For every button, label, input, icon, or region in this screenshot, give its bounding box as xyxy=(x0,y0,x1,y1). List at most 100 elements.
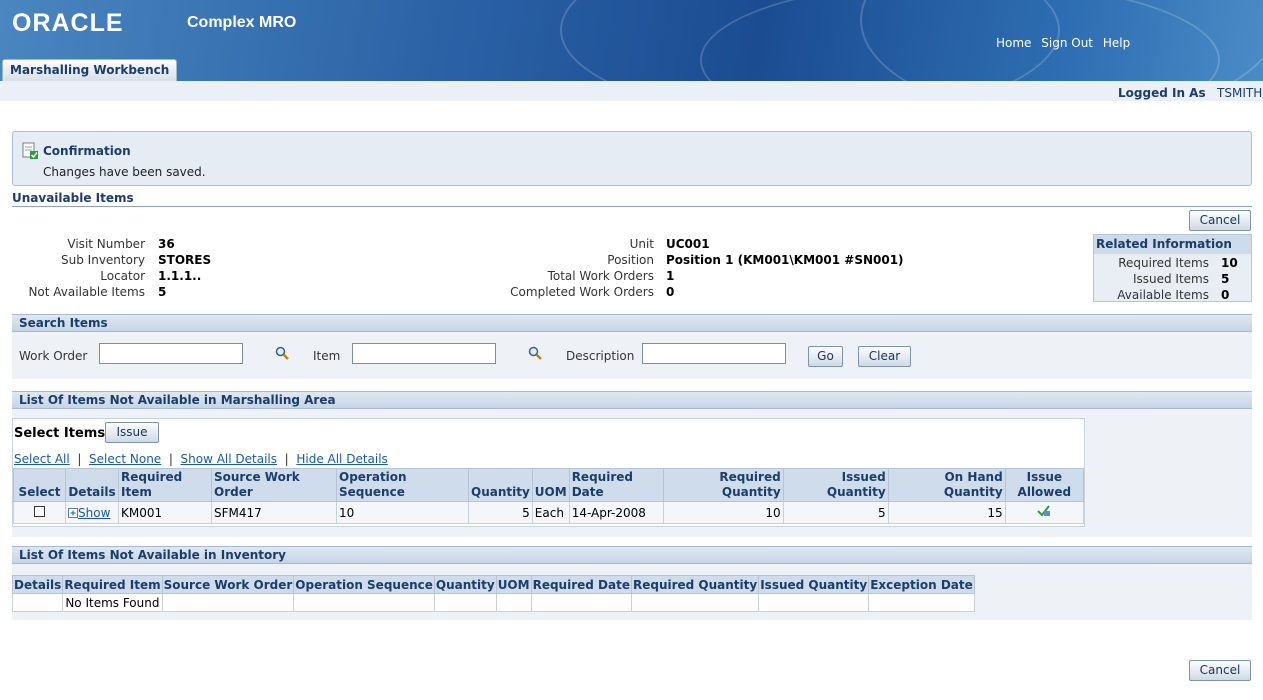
position-label: Position xyxy=(607,253,654,267)
confirmation-message: Changes have been saved. xyxy=(43,165,206,179)
title-divider xyxy=(12,206,1252,207)
empty-cell xyxy=(11,593,64,612)
work-order-label: Work Order xyxy=(19,349,88,363)
app-title: Complex MRO xyxy=(187,14,297,31)
show-all-details-link[interactable]: Show All Details xyxy=(181,452,278,466)
cancel-button-top[interactable]: Cancel xyxy=(1189,210,1251,231)
confirmation-icon xyxy=(22,142,38,159)
issued-items-value: 5 xyxy=(1221,272,1230,286)
select-cell xyxy=(13,501,66,524)
related-information-title: Related Information xyxy=(1094,235,1251,254)
marshalling-items-table: Select Details Required Item Source Work… xyxy=(13,468,1085,524)
tab-marshalling-workbench[interactable]: Marshalling Workbench xyxy=(2,59,178,81)
col-issued-quantity: Issued Quantity xyxy=(782,468,889,502)
not-available-items-value: 5 xyxy=(158,285,167,299)
empty-cell xyxy=(433,593,497,612)
no-items-found: No Items Found xyxy=(62,593,163,612)
completed-work-orders-value: 0 xyxy=(666,285,675,299)
inventory-items-table: Details Required Item Source Work Order … xyxy=(11,575,975,612)
select-none-link[interactable]: Select None xyxy=(89,452,161,466)
not-available-items-label: Not Available Items xyxy=(28,285,145,299)
work-order-search-icon[interactable] xyxy=(275,346,289,360)
username: TSMITH xyxy=(1217,86,1263,100)
col-required-date: Required Date xyxy=(530,575,632,594)
table-header-row: Select Details Required Item Source Work… xyxy=(13,468,1085,502)
col-source-work-order: Source Work Order xyxy=(161,575,295,594)
required-date-cell: 14-Apr-2008 xyxy=(568,501,664,524)
empty-cell xyxy=(495,593,532,612)
locator-label: Locator xyxy=(100,269,145,283)
total-work-orders-value: 1 xyxy=(666,269,675,283)
subheader-strip xyxy=(0,81,1263,101)
description-label: Description xyxy=(566,349,635,363)
show-details-link[interactable]: Show xyxy=(78,506,110,520)
empty-cell xyxy=(293,593,435,612)
uom-cell: Each xyxy=(531,501,570,524)
sub-inventory-label: Sub Inventory xyxy=(61,253,145,267)
operation-sequence-cell: 10 xyxy=(336,501,469,524)
locator-value: 1.1.1.. xyxy=(158,269,202,283)
select-all-link[interactable]: Select All xyxy=(14,452,70,466)
selection-links: Select All | Select None | Show All Deta… xyxy=(14,452,388,466)
unit-value: UC001 xyxy=(666,237,710,251)
issue-button[interactable]: Issue xyxy=(105,422,159,443)
required-items-value: 10 xyxy=(1221,256,1238,270)
item-label: Item xyxy=(313,349,341,363)
go-button[interactable]: Go xyxy=(808,346,843,367)
list-marshalling-header: List Of Items Not Available in Marshalli… xyxy=(12,391,1252,409)
item-search-icon[interactable] xyxy=(528,346,542,360)
hide-all-details-link[interactable]: Hide All Details xyxy=(296,452,387,466)
oracle-logo: ORACLE xyxy=(12,9,124,37)
col-required-quantity: Required Quantity xyxy=(630,575,760,594)
sub-inventory-value: STORES xyxy=(158,253,212,267)
col-details: Details xyxy=(65,468,119,502)
quantity-cell: 5 xyxy=(468,501,533,524)
table-row: Show KM001 SFM417 10 5 Each 14-Apr-2008 … xyxy=(13,501,1085,524)
issued-items-label: Issued Items xyxy=(1132,272,1209,286)
work-order-input[interactable] xyxy=(99,343,243,364)
position-value: Position 1 (KM001\KM001 #SN001) xyxy=(666,253,904,267)
visit-number-label: Visit Number xyxy=(67,237,145,251)
item-input[interactable] xyxy=(352,343,496,364)
col-required-item: Required Item xyxy=(62,575,163,594)
table-header-row: Details Required Item Source Work Order … xyxy=(11,575,975,594)
details-cell: Show xyxy=(65,501,119,524)
empty-cell xyxy=(630,593,760,612)
header-banner: ORACLE Complex MRO Home Sign Out Help Ma… xyxy=(0,0,1263,82)
list-inventory-header: List Of Items Not Available in Inventory xyxy=(12,546,1252,564)
expand-plus-icon[interactable] xyxy=(68,507,78,518)
col-on-hand-quantity: On Hand Quantity xyxy=(887,468,1006,502)
col-required-date: Required Date xyxy=(568,468,664,502)
empty-cell xyxy=(868,593,975,612)
col-uom: UOM xyxy=(531,468,570,502)
total-work-orders-label: Total Work Orders xyxy=(547,269,654,283)
help-link[interactable]: Help xyxy=(1103,36,1130,50)
completed-work-orders-label: Completed Work Orders xyxy=(510,285,654,299)
clear-button[interactable]: Clear xyxy=(858,346,911,367)
unit-label: Unit xyxy=(629,237,654,251)
issue-allowed-cell xyxy=(1004,501,1085,524)
confirmation-box: Confirmation Changes have been saved. xyxy=(12,131,1252,186)
col-details: Details xyxy=(11,575,64,594)
required-item-cell: KM001 xyxy=(118,501,212,524)
home-link[interactable]: Home xyxy=(996,36,1031,50)
required-quantity-cell: 10 xyxy=(662,501,784,524)
sign-out-link[interactable]: Sign Out xyxy=(1041,36,1093,50)
empty-cell xyxy=(758,593,870,612)
page-title: Unavailable Items xyxy=(12,191,134,205)
available-items-label: Available Items xyxy=(1117,288,1209,302)
global-links: Home Sign Out Help xyxy=(990,36,1130,50)
table-row: No Items Found xyxy=(11,593,975,612)
cancel-button-bottom[interactable]: Cancel xyxy=(1189,660,1251,681)
row-select-checkbox[interactable] xyxy=(34,505,45,517)
col-quantity: Quantity xyxy=(433,575,497,594)
empty-cell xyxy=(161,593,295,612)
col-required-item: Required Item xyxy=(118,468,212,502)
logged-in-label: Logged In As xyxy=(1118,86,1206,100)
logged-in-info: Logged In As TSMITH xyxy=(1118,86,1262,100)
select-items-label: Select Items: xyxy=(14,426,111,441)
col-quantity: Quantity xyxy=(468,468,533,502)
description-input[interactable] xyxy=(642,343,786,364)
issued-quantity-cell: 5 xyxy=(782,501,889,524)
col-source-work-order: Source Work Order xyxy=(211,468,337,502)
